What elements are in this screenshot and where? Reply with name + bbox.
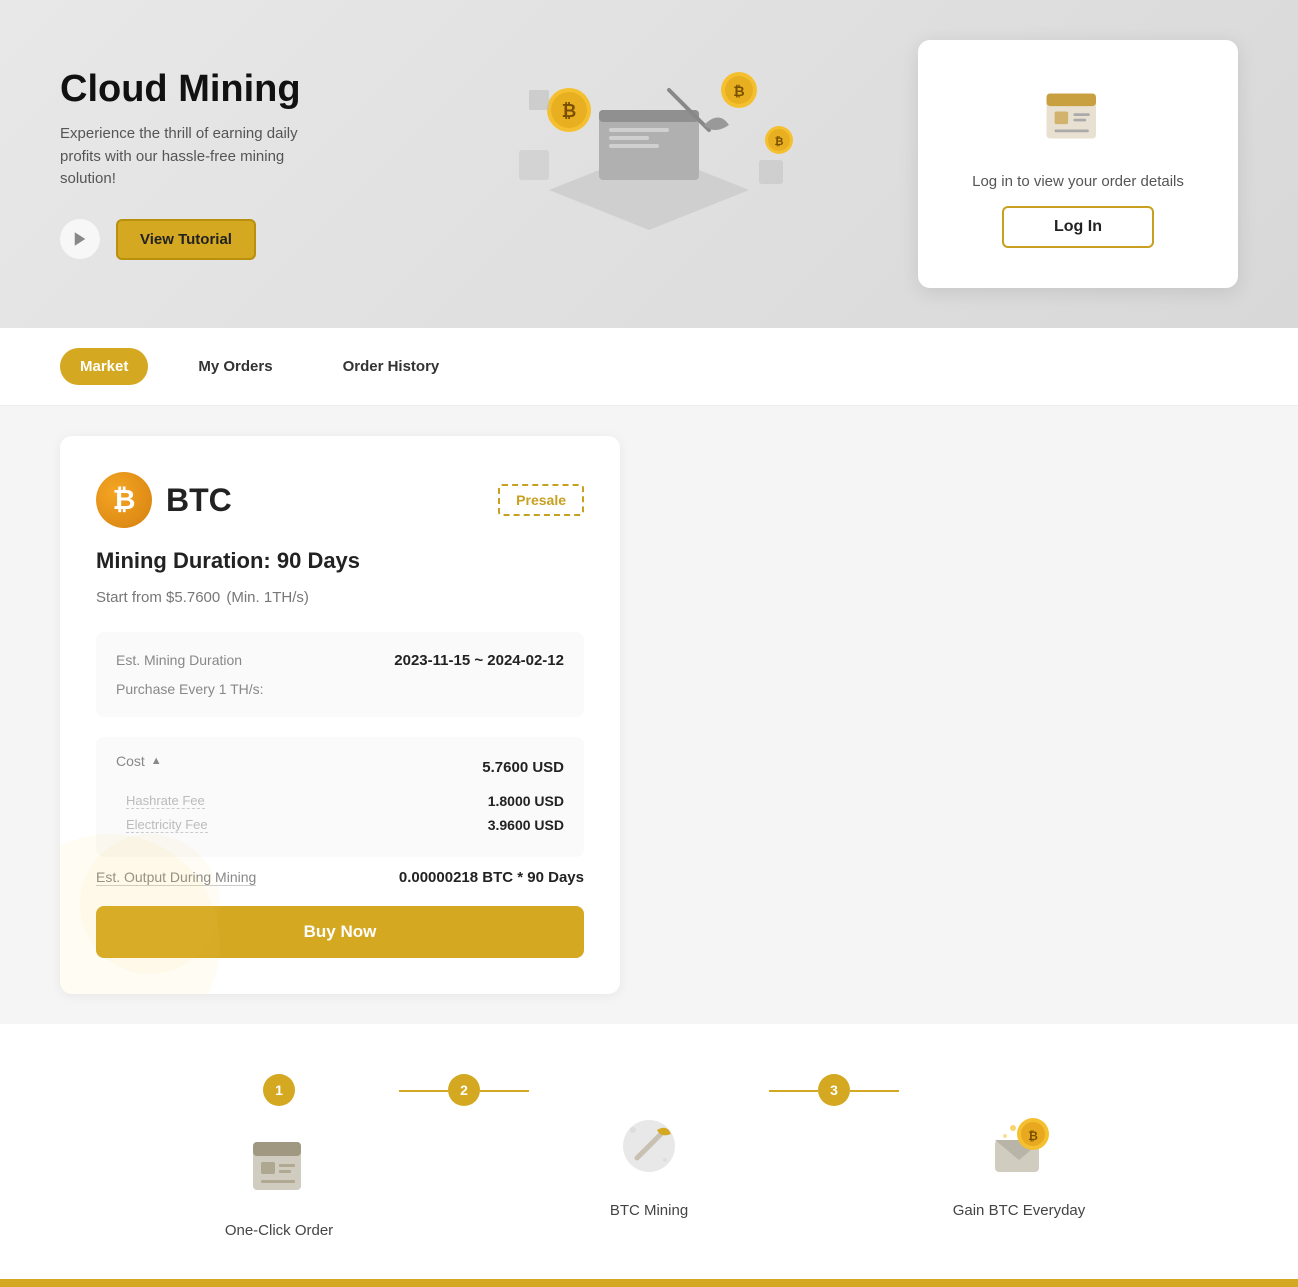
hashrate-fee-label: Hashrate Fee — [126, 793, 205, 809]
step-2-icon — [609, 1106, 689, 1186]
login-card-icon — [1042, 80, 1114, 157]
electricity-fee-row: Electricity Fee 3.9600 USD — [116, 817, 564, 833]
detail-section: Est. Mining Duration 2023-11-15 ~ 2024-0… — [96, 632, 584, 717]
step-3-label: Gain BTC Everyday — [953, 1202, 1086, 1219]
cost-label: Cost — [116, 753, 145, 769]
electricity-fee-label: Electricity Fee — [126, 817, 208, 833]
output-row: Est. Output During Mining 0.00000218 BTC… — [96, 869, 584, 886]
mining-card: ₿ BTC Presale Mining Duration: 90 Days S… — [60, 436, 620, 994]
step-3-icon: ₿ — [979, 1106, 1059, 1186]
cost-header: Cost ▲ — [116, 753, 162, 769]
hero-subtitle: Experience the thrill of earning daily p… — [60, 123, 340, 191]
btc-name: BTC — [166, 482, 232, 519]
play-button[interactable] — [60, 219, 100, 259]
coin-identity: ₿ BTC — [96, 472, 232, 528]
hero-section: Cloud Mining Experience the thrill of ea… — [0, 0, 1298, 328]
step-1-number: 1 — [263, 1074, 295, 1106]
hero-title: Cloud Mining — [60, 68, 340, 111]
btc-logo: ₿ — [96, 472, 152, 528]
est-mining-duration-row: Est. Mining Duration 2023-11-15 ~ 2024-0… — [116, 652, 564, 669]
step-2-label: BTC Mining — [610, 1202, 688, 1219]
output-label: Est. Output During Mining — [96, 869, 256, 886]
login-button[interactable]: Log In — [1002, 206, 1154, 248]
view-tutorial-button[interactable]: View Tutorial — [116, 219, 256, 260]
connector-line-1 — [399, 1090, 448, 1092]
cost-header-row: Cost ▲ 5.7600 USD — [116, 753, 564, 781]
electricity-fee-value: 3.9600 USD — [488, 817, 564, 833]
svg-text:₿: ₿ — [1028, 1129, 1038, 1143]
tab-my-orders[interactable]: My Orders — [178, 348, 292, 385]
login-card: Log in to view your order details Log In — [918, 40, 1238, 288]
presale-badge: Presale — [498, 484, 584, 516]
login-card-text: Log in to view your order details — [972, 173, 1184, 190]
svg-text:₿: ₿ — [733, 83, 744, 99]
step-2-number-connector: 2 — [448, 1074, 480, 1106]
cost-section: Cost ▲ 5.7600 USD Hashrate Fee 1.8000 US… — [96, 737, 584, 857]
step-connector-2: 3 — [769, 1074, 899, 1106]
step-3-number-connector: 3 — [818, 1074, 850, 1106]
step-connector-1: 2 — [399, 1074, 529, 1106]
buy-now-button[interactable]: Buy Now — [96, 906, 584, 958]
hero-illustration: ₿ ₿ ₿ — [449, 0, 849, 260]
steps-section: 1 One-Click Order 2 — [0, 1024, 1298, 1279]
connector-line-2 — [769, 1090, 818, 1092]
est-mining-duration-value: 2023-11-15 ~ 2024-02-12 — [394, 652, 564, 669]
hashrate-fee-row: Hashrate Fee 1.8000 USD — [116, 793, 564, 809]
step-2: BTC Mining — [529, 1074, 769, 1219]
step-1-icon — [239, 1126, 319, 1206]
order-details-icon — [1042, 80, 1114, 152]
step-3: ₿ Gain BTC Everyday — [899, 1074, 1139, 1219]
purchase-label-row: Purchase Every 1 TH/s: — [116, 681, 564, 697]
price-note: (Min. 1TH/s) — [226, 589, 309, 606]
mining-illustration: ₿ ₿ ₿ — [469, 10, 829, 250]
connector-line-1b — [480, 1090, 529, 1092]
mining-duration: Mining Duration: 90 Days — [96, 548, 584, 574]
step-1-label: One-Click Order — [225, 1222, 333, 1239]
start-price: Start from $5.7600 (Min. 1TH/s) — [96, 582, 584, 608]
cost-arrow-icon: ▲ — [151, 755, 162, 767]
hero-actions: View Tutorial — [60, 219, 340, 260]
tabs-container: Market My Orders Order History — [60, 348, 1238, 385]
main-content: ₿ BTC Presale Mining Duration: 90 Days S… — [0, 406, 1298, 1024]
cost-total: 5.7600 USD — [482, 759, 564, 776]
tab-market[interactable]: Market — [60, 348, 148, 385]
svg-text:₿: ₿ — [562, 101, 577, 121]
output-value: 0.00000218 BTC * 90 Days — [399, 869, 584, 886]
card-header: ₿ BTC Presale — [96, 472, 584, 528]
svg-text:₿: ₿ — [775, 136, 784, 148]
purchase-label: Purchase Every 1 TH/s: — [116, 681, 264, 697]
est-mining-duration-label: Est. Mining Duration — [116, 652, 242, 668]
step-1: 1 One-Click Order — [159, 1074, 399, 1239]
footer-bar — [0, 1279, 1298, 1287]
connector-line-2b — [850, 1090, 899, 1092]
hero-left: Cloud Mining Experience the thrill of ea… — [60, 68, 340, 260]
tabs-section: Market My Orders Order History — [0, 328, 1298, 406]
price-value: Start from $5.7600 — [96, 589, 220, 606]
tab-order-history[interactable]: Order History — [323, 348, 460, 385]
hashrate-fee-value: 1.8000 USD — [488, 793, 564, 809]
